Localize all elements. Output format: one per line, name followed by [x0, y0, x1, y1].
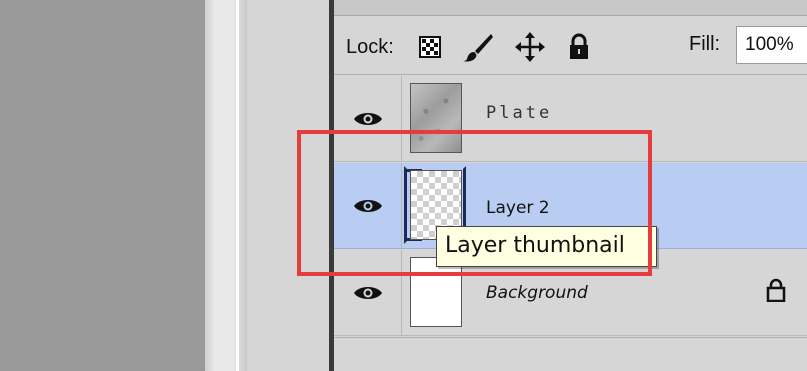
layer-name[interactable]: Background [486, 283, 588, 303]
lock-transparent-pixels-icon[interactable] [414, 31, 446, 63]
canvas-workspace [0, 0, 205, 371]
eye-icon [353, 286, 382, 299]
fill-input[interactable] [736, 26, 807, 64]
lock-label: Lock: [346, 36, 394, 58]
gutter-highlight-line [236, 0, 239, 371]
panel-top-bar [334, 0, 807, 16]
layer-name[interactable]: Plate [486, 103, 552, 123]
panel-bottom-bar [334, 337, 807, 371]
lock-row: Lock: Fill: 100% [334, 17, 807, 75]
workspace-gutter [205, 0, 247, 371]
fill-label: Fill: [689, 33, 721, 55]
lock-image-pixels-icon[interactable] [462, 31, 494, 63]
eye-icon [353, 112, 382, 125]
lock-position-icon[interactable] [514, 31, 546, 63]
layer-lock-icon [766, 278, 786, 307]
highlight-annotation-box [297, 130, 652, 276]
lock-all-icon[interactable] [563, 31, 595, 63]
